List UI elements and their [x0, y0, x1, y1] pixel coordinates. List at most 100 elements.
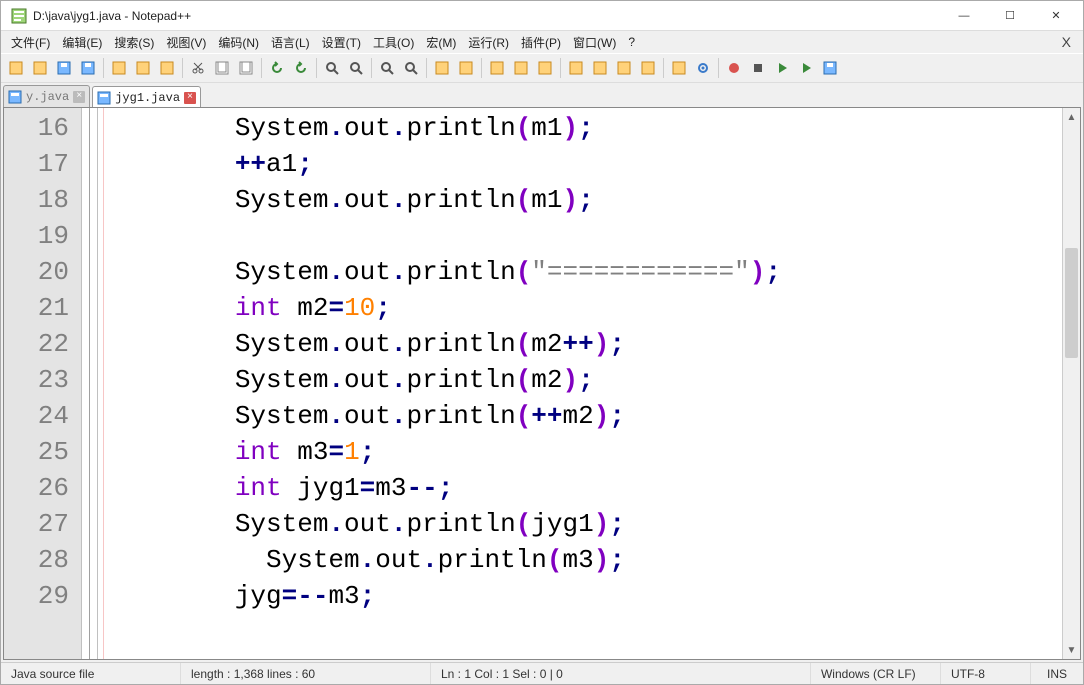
- paste-icon[interactable]: [235, 57, 257, 79]
- menu-settings[interactable]: 设置(T): [316, 32, 367, 53]
- record-icon[interactable]: [723, 57, 745, 79]
- file-icon: [97, 91, 111, 105]
- line-number-gutter: 1617181920212223242526272829: [4, 108, 82, 659]
- tab-jyg1-java[interactable]: jyg1.java ×: [92, 86, 201, 108]
- menu-bar: 文件(F) 编辑(E) 搜索(S) 视图(V) 编码(N) 语言(L) 设置(T…: [1, 31, 1083, 53]
- status-position: Ln : 1 Col : 1 Sel : 0 | 0: [431, 663, 811, 684]
- save-icon[interactable]: [53, 57, 75, 79]
- find-icon[interactable]: [321, 57, 343, 79]
- code-line[interactable]: System.out.println("============");: [110, 254, 1062, 290]
- print-icon[interactable]: [156, 57, 178, 79]
- save-all-icon[interactable]: [77, 57, 99, 79]
- cut-icon[interactable]: [187, 57, 209, 79]
- code-line[interactable]: ++a1;: [110, 146, 1062, 182]
- maximize-button[interactable]: ☐: [987, 1, 1033, 31]
- show-all-icon[interactable]: [510, 57, 532, 79]
- status-encoding[interactable]: UTF-8: [941, 663, 1031, 684]
- tab-close-icon[interactable]: ×: [73, 91, 85, 103]
- scroll-thumb[interactable]: [1065, 248, 1078, 358]
- code-line[interactable]: int jyg1=m3--;: [110, 470, 1062, 506]
- menu-plugins[interactable]: 插件(P): [515, 32, 567, 53]
- stop-icon[interactable]: [747, 57, 769, 79]
- code-line[interactable]: System.out.println(m2);: [110, 362, 1062, 398]
- editor-area: 1617181920212223242526272829 System.out.…: [3, 107, 1081, 660]
- line-number: 18: [4, 182, 69, 218]
- close-window-button[interactable]: ✕: [1033, 1, 1079, 31]
- line-number: 17: [4, 146, 69, 182]
- zoom-in-icon[interactable]: [376, 57, 398, 79]
- close-all-icon[interactable]: [132, 57, 154, 79]
- tab-label: jyg1.java: [115, 91, 180, 105]
- doc-map-icon[interactable]: [589, 57, 611, 79]
- status-bar: Java source file length : 1,368 lines : …: [1, 662, 1083, 684]
- undo-icon[interactable]: [266, 57, 288, 79]
- play-multi-icon[interactable]: [795, 57, 817, 79]
- menu-window[interactable]: 窗口(W): [567, 32, 622, 53]
- open-file-icon[interactable]: [29, 57, 51, 79]
- folder-icon[interactable]: [668, 57, 690, 79]
- code-line[interactable]: [110, 218, 1062, 254]
- zoom-out-icon[interactable]: [400, 57, 422, 79]
- menu-file[interactable]: 文件(F): [5, 32, 56, 53]
- code-line[interactable]: System.out.println(m1);: [110, 182, 1062, 218]
- wrap-icon[interactable]: [486, 57, 508, 79]
- copy-icon[interactable]: [211, 57, 233, 79]
- menu-encoding[interactable]: 编码(N): [212, 32, 265, 53]
- replace-icon[interactable]: [345, 57, 367, 79]
- tab-close-icon[interactable]: ×: [184, 92, 196, 104]
- redo-icon[interactable]: [290, 57, 312, 79]
- line-number: 28: [4, 542, 69, 578]
- sync-v-icon[interactable]: [431, 57, 453, 79]
- status-filetype: Java source file: [1, 663, 181, 684]
- code-editor[interactable]: System.out.println(m1); ++a1; System.out…: [104, 108, 1062, 659]
- title-bar: D:\java\jyg1.java - Notepad++ — ☐ ✕: [1, 1, 1083, 31]
- scroll-down-icon[interactable]: ▼: [1063, 641, 1080, 659]
- code-line[interactable]: System.out.println(m2++);: [110, 326, 1062, 362]
- line-number: 26: [4, 470, 69, 506]
- code-line[interactable]: System.out.println(m1);: [110, 110, 1062, 146]
- menu-run[interactable]: 运行(R): [462, 32, 515, 53]
- menu-search[interactable]: 搜索(S): [108, 32, 160, 53]
- menu-edit[interactable]: 编辑(E): [56, 32, 108, 53]
- menu-macro[interactable]: 宏(M): [420, 32, 462, 53]
- line-number: 27: [4, 506, 69, 542]
- fold-margin[interactable]: [82, 108, 98, 659]
- close-icon[interactable]: [108, 57, 130, 79]
- code-line[interactable]: System.out.println(m3);: [110, 542, 1062, 578]
- vertical-scrollbar[interactable]: ▲ ▼: [1062, 108, 1080, 659]
- monitor-icon[interactable]: [692, 57, 714, 79]
- status-length: length : 1,368 lines : 60: [181, 663, 431, 684]
- tab-y-java[interactable]: y.java×: [3, 85, 90, 107]
- menu-view[interactable]: 视图(V): [160, 32, 212, 53]
- save-macro-icon[interactable]: [819, 57, 841, 79]
- line-number: 25: [4, 434, 69, 470]
- sync-h-icon[interactable]: [455, 57, 477, 79]
- code-line[interactable]: int m3=1;: [110, 434, 1062, 470]
- function-list-icon[interactable]: [637, 57, 659, 79]
- doc-list-icon[interactable]: [613, 57, 635, 79]
- line-number: 24: [4, 398, 69, 434]
- app-icon: [11, 8, 27, 24]
- new-file-icon[interactable]: [5, 57, 27, 79]
- menu-language[interactable]: 语言(L): [265, 32, 316, 53]
- file-icon: [8, 90, 22, 104]
- code-line[interactable]: System.out.println(jyg1);: [110, 506, 1062, 542]
- window-title: D:\java\jyg1.java - Notepad++: [33, 9, 941, 23]
- menu-tools[interactable]: 工具(O): [367, 32, 420, 53]
- line-number: 21: [4, 290, 69, 326]
- code-line[interactable]: int m2=10;: [110, 290, 1062, 326]
- line-number: 16: [4, 110, 69, 146]
- minimize-button[interactable]: —: [941, 1, 987, 31]
- code-line[interactable]: jyg=--m3;: [110, 578, 1062, 614]
- status-insert-mode[interactable]: INS: [1031, 663, 1083, 684]
- code-line[interactable]: System.out.println(++m2);: [110, 398, 1062, 434]
- status-eol[interactable]: Windows (CR LF): [811, 663, 941, 684]
- scroll-up-icon[interactable]: ▲: [1063, 108, 1080, 126]
- lang-icon[interactable]: [565, 57, 587, 79]
- line-number: 19: [4, 218, 69, 254]
- menu-help[interactable]: ?: [622, 33, 641, 51]
- line-number: 20: [4, 254, 69, 290]
- mdi-close-button[interactable]: X: [1054, 34, 1079, 50]
- play-icon[interactable]: [771, 57, 793, 79]
- indent-guide-icon[interactable]: [534, 57, 556, 79]
